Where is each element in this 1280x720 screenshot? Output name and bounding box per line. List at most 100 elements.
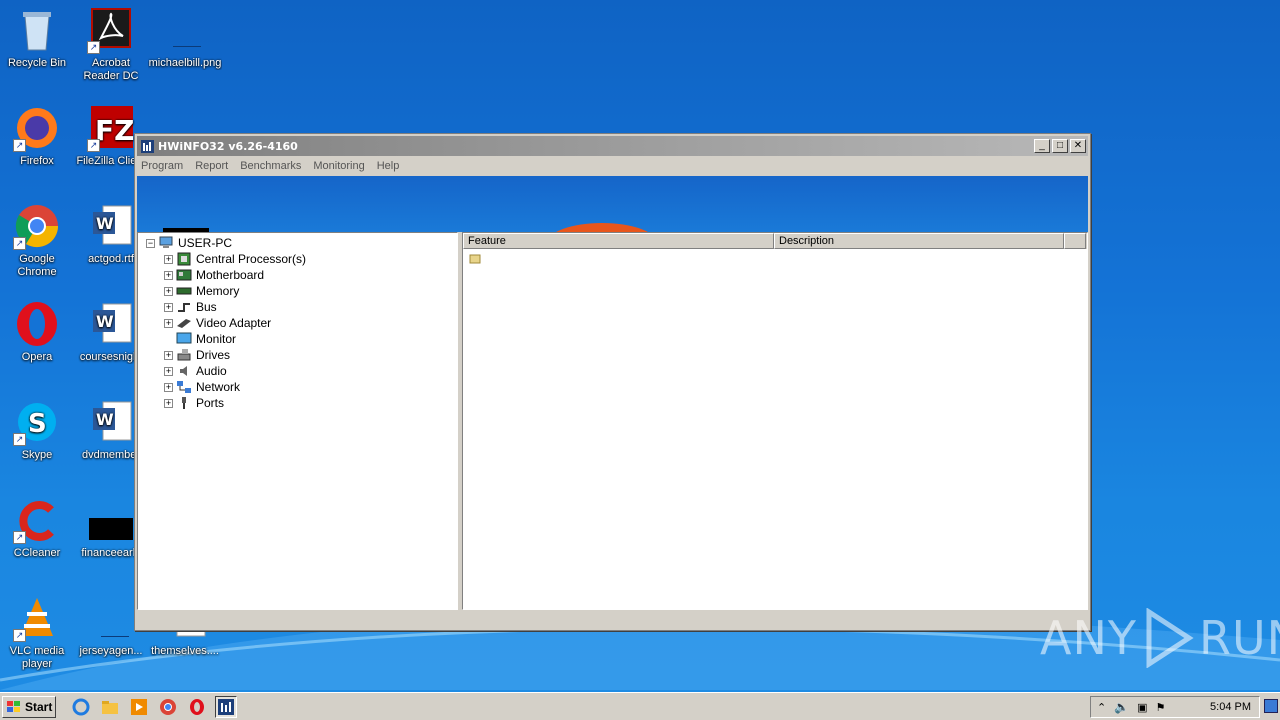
- desktop-icon-opera[interactable]: Opera: [0, 300, 74, 364]
- window-title: HWiNFO32 v6.26-4160: [158, 139, 298, 153]
- column-feature[interactable]: Feature: [463, 233, 774, 249]
- taskbar-ie-button[interactable]: [70, 696, 92, 718]
- desktop-icon-firefox[interactable]: ↗ Firefox: [0, 104, 74, 168]
- expand-toggle[interactable]: +: [164, 318, 173, 328]
- column-spacer: [1064, 233, 1086, 249]
- svg-text:W: W: [96, 312, 114, 331]
- minimize-button[interactable]: _: [1034, 139, 1050, 153]
- word-doc-icon: W: [87, 398, 135, 446]
- tree-item-label: Motherboard: [196, 268, 265, 282]
- window-titlebar[interactable]: HWiNFO32 v6.26-4160 _ □ ✕: [137, 136, 1088, 156]
- explorer-icon: [102, 700, 118, 714]
- desktop-icon-acrobat[interactable]: ↗ Acrobat Reader DC: [74, 6, 148, 83]
- word-doc-icon: W: [87, 300, 135, 348]
- taskbar-chrome-button[interactable]: [157, 696, 179, 718]
- tree-item-label: Central Processor(s): [196, 252, 307, 266]
- hwinfo-icon: [218, 698, 234, 715]
- tree-item-ports[interactable]: + Ports: [164, 395, 224, 411]
- tree-item-label: Memory: [196, 284, 240, 298]
- close-button[interactable]: ✕: [1070, 139, 1086, 153]
- tree-item-label: Network: [196, 380, 241, 394]
- network-tray-icon[interactable]: ▣: [1137, 701, 1147, 714]
- opera-icon: [13, 300, 61, 348]
- tree-root-node[interactable]: − USER-PC: [146, 235, 232, 251]
- memory-icon: [176, 287, 192, 295]
- filezilla-icon: FZ ↗: [87, 104, 135, 152]
- svg-text:W: W: [96, 410, 114, 429]
- start-label: Start: [25, 699, 53, 714]
- windows-flag-icon: [7, 700, 20, 712]
- toolbar-area: [137, 176, 1088, 233]
- show-desktop-button[interactable]: [1264, 699, 1278, 713]
- expand-toggle[interactable]: +: [164, 286, 173, 296]
- computer-icon: [159, 236, 173, 248]
- tree-item-bus[interactable]: + Bus: [164, 299, 217, 315]
- tree-item-drives[interactable]: + Drives: [164, 347, 230, 363]
- list-item-icon: [469, 254, 481, 264]
- svg-text:FZ: FZ: [95, 114, 134, 147]
- start-button[interactable]: Start: [2, 695, 56, 718]
- desktop-icon-ccleaner[interactable]: ↗ CCleaner: [0, 496, 74, 560]
- feature-list[interactable]: Feature Description: [462, 232, 1088, 610]
- expand-toggle[interactable]: +: [164, 270, 173, 280]
- expand-toggle[interactable]: +: [164, 398, 173, 408]
- image-file-icon: [87, 594, 135, 642]
- volume-icon[interactable]: 🔈: [1114, 700, 1129, 714]
- desktop-icon-vlc[interactable]: ↗ VLC media player: [0, 594, 74, 671]
- menu-report[interactable]: Report: [195, 160, 228, 172]
- clock[interactable]: 5:04 PM: [1210, 701, 1251, 713]
- menu-monitoring[interactable]: Monitoring: [313, 160, 364, 172]
- expand-toggle[interactable]: +: [164, 254, 173, 264]
- taskbar-media-player-button[interactable]: [128, 696, 150, 718]
- expand-toggle[interactable]: +: [164, 350, 173, 360]
- image-file-icon: [87, 496, 135, 544]
- expand-toggle[interactable]: +: [164, 366, 173, 376]
- desktop-icon-chrome[interactable]: ↗ Google Chrome: [0, 202, 74, 279]
- taskbar-explorer-button[interactable]: [99, 696, 121, 718]
- tree-item-memory[interactable]: + Memory: [164, 283, 239, 299]
- ie-icon: [72, 698, 90, 715]
- menu-benchmarks[interactable]: Benchmarks: [240, 160, 301, 172]
- tree-item-label: Bus: [196, 300, 217, 314]
- tree-item-motherboard[interactable]: + Motherboard: [164, 267, 264, 283]
- media-player-icon: [131, 698, 147, 715]
- chrome-icon: ↗: [13, 202, 61, 250]
- tree-item-label: Video Adapter: [196, 316, 272, 330]
- recycle-bin-icon: [13, 6, 61, 54]
- audio-icon: [180, 366, 187, 376]
- device-tree[interactable]: − USER-PC + Central Processor(s) + Mothe…: [137, 232, 458, 610]
- hwinfo-window[interactable]: HWiNFO32 v6.26-4160 _ □ ✕ Program Report…: [134, 133, 1091, 631]
- taskbar-hwinfo-button[interactable]: [215, 695, 237, 718]
- tree-item-label: Monitor: [196, 332, 237, 346]
- tree-root-label: USER-PC: [178, 236, 233, 250]
- word-doc-icon: W: [87, 202, 135, 250]
- bus-icon: [178, 303, 190, 312]
- action-center-flag-icon[interactable]: ⚑: [1156, 701, 1166, 714]
- expand-toggle[interactable]: +: [164, 302, 173, 312]
- tree-item-network[interactable]: + Network: [164, 379, 240, 395]
- opera-icon: [190, 698, 204, 715]
- skype-icon: S ↗: [13, 398, 61, 446]
- menu-program[interactable]: Program: [141, 160, 183, 172]
- taskbar-opera-button[interactable]: [186, 696, 208, 718]
- tray-expand-icon[interactable]: ⌃: [1097, 701, 1106, 714]
- system-tray: ⌃ 🔈 ▣ ⚑ 5:04 PM: [1090, 696, 1260, 718]
- menu-help[interactable]: Help: [377, 160, 400, 172]
- desktop-icon-recycle-bin[interactable]: Recycle Bin: [0, 6, 74, 70]
- tree-item-video-adapter[interactable]: + Video Adapter: [164, 315, 271, 331]
- column-description[interactable]: Description: [774, 233, 1064, 249]
- tree-item-monitor[interactable]: Monitor: [176, 331, 236, 347]
- cpu-icon: [177, 252, 191, 266]
- collapse-toggle[interactable]: −: [146, 238, 155, 248]
- tree-item-cpu[interactable]: + Central Processor(s): [164, 251, 306, 267]
- expand-toggle[interactable]: +: [164, 382, 173, 392]
- acrobat-icon: ↗: [87, 6, 135, 54]
- desktop-icon-skype[interactable]: S ↗ Skype: [0, 398, 74, 462]
- firefox-icon: ↗: [13, 104, 61, 152]
- maximize-button[interactable]: □: [1052, 139, 1068, 153]
- hwinfo-app-icon: [141, 139, 154, 153]
- tree-item-label: Ports: [196, 396, 225, 410]
- taskbar: Start ⌃ 🔈 ▣ ⚑ 5:04 PM: [0, 692, 1280, 720]
- desktop-icon-michaelbill[interactable]: michaelbill.png: [148, 6, 222, 70]
- tree-item-audio[interactable]: + Audio: [164, 363, 227, 379]
